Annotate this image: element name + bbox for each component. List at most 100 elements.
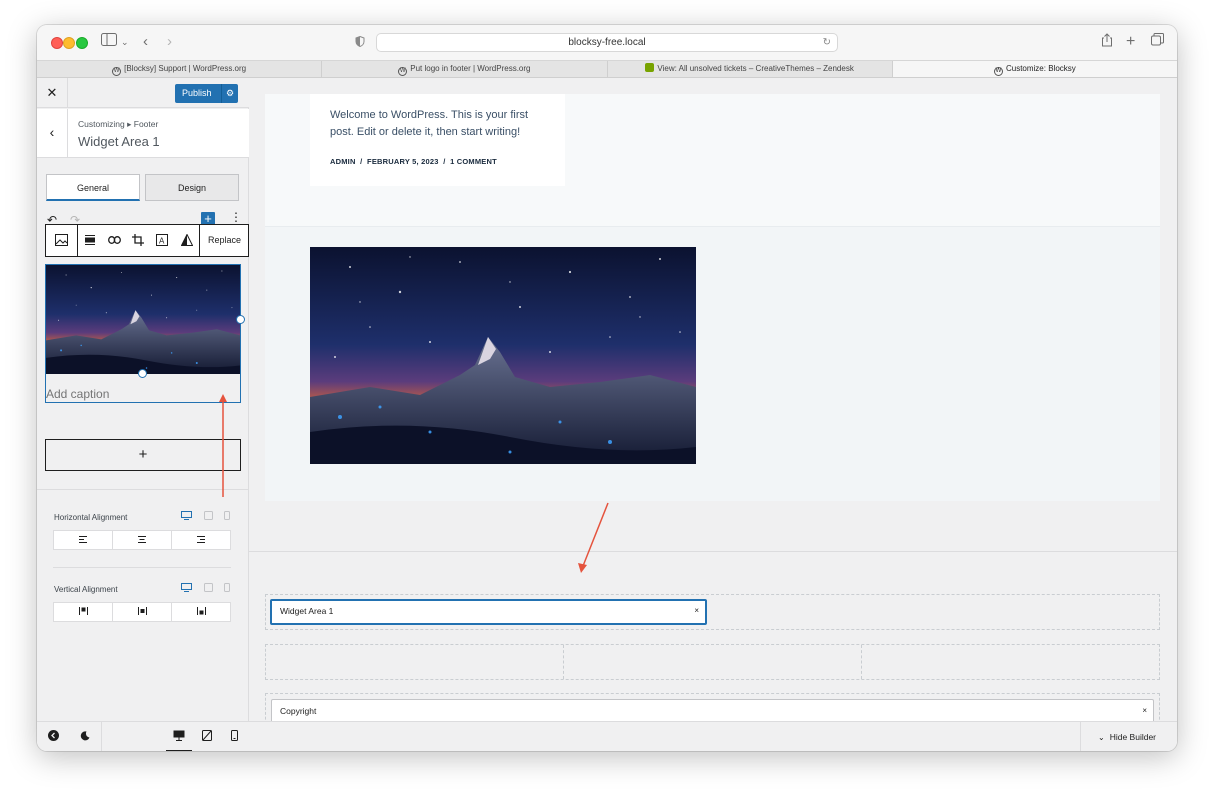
text-over-image-icon[interactable]: A <box>150 225 174 256</box>
close-icon: ✕ <box>46 85 58 100</box>
post-comments-link[interactable]: 1 COMMENT <box>450 157 497 166</box>
browser-tab[interactable]: W [Blocksy] Support | WordPress.org <box>37 61 323 77</box>
back-button[interactable]: ‹ <box>37 109 68 158</box>
minimize-window-button[interactable] <box>63 37 75 49</box>
add-block-button[interactable]: + <box>45 439 241 471</box>
close-window-button[interactable] <box>51 37 63 49</box>
filter-icon[interactable] <box>174 225 200 256</box>
chevron-down-icon[interactable]: ⌄ <box>121 33 129 51</box>
link-icon[interactable] <box>102 225 126 256</box>
browser-tab-active[interactable]: W Customize: Blocksy <box>892 61 1177 77</box>
more-options-icon[interactable]: ⋮ <box>230 210 242 224</box>
desktop-device-icon[interactable] <box>181 511 192 522</box>
sidebar-header-bar: ✕ Publish ⚙ <box>37 78 249 108</box>
resize-handle-right[interactable] <box>236 315 245 324</box>
remove-copyright-button[interactable]: × <box>1142 700 1147 722</box>
align-left-icon <box>79 535 87 545</box>
tab-overview-icon[interactable] <box>1151 33 1164 51</box>
wordpress-icon: W <box>112 67 122 76</box>
title-bar: ⌄ ‹ › blocksy-free.local ↻ + <box>37 25 1177 60</box>
image-block-icon[interactable] <box>46 225 78 256</box>
desktop-preview-icon[interactable] <box>166 722 192 751</box>
post-section: Welcome to WordPress. This is your first… <box>265 94 1160 227</box>
align-right-button[interactable] <box>172 531 230 549</box>
hide-builder-label: Hide Builder <box>1109 732 1157 742</box>
section-header: ‹ Customizing ▸ Footer Widget Area 1 <box>37 109 249 158</box>
desktop-device-icon[interactable] <box>181 583 192 594</box>
sidebar-footer <box>37 721 249 751</box>
align-center-button[interactable] <box>113 531 172 549</box>
site-preview-frame[interactable]: Welcome to WordPress. This is your first… <box>265 94 1160 501</box>
new-tab-icon[interactable]: + <box>1126 33 1135 51</box>
replace-button[interactable]: Replace <box>200 225 241 256</box>
post-date[interactable]: FEBRUARY 5, 2023 <box>367 157 439 166</box>
sidebar-toggle-icon[interactable] <box>101 33 117 51</box>
wordpress-icon: W <box>398 67 408 76</box>
align-bottom-icon <box>196 607 206 617</box>
address-bar[interactable]: blocksy-free.local ↻ <box>376 33 838 52</box>
widget-area-1-label: Widget Area 1 <box>280 606 334 616</box>
customizer-sidebar: ✕ Publish ⚙ ‹ Customizing ▸ Footer Widge… <box>37 78 249 751</box>
browser-tab[interactable]: View: All unsolved tickets – CreativeThe… <box>608 61 893 77</box>
builder-footer-bar: ⌄ Hide Builder <box>249 721 1177 751</box>
align-middle-button[interactable] <box>113 603 172 621</box>
copyright-item[interactable]: Copyright × <box>271 699 1154 723</box>
align-top-button[interactable] <box>54 603 113 621</box>
browser-tab-label: View: All unsolved tickets – CreativeThe… <box>657 64 854 73</box>
wordpress-icon: W <box>993 67 1003 76</box>
mobile-device-icon[interactable] <box>224 511 230 522</box>
block-toolbar: A Replace <box>45 224 249 257</box>
tablet-device-icon[interactable] <box>204 511 213 522</box>
footer-mountain-image[interactable] <box>310 247 696 464</box>
browser-tab-label: Put logo in footer | WordPress.org <box>410 64 531 73</box>
post-card: Welcome to WordPress. This is your first… <box>310 94 565 186</box>
builder-column-slot[interactable] <box>266 645 564 679</box>
align-left-button[interactable] <box>54 531 113 549</box>
builder-row-top[interactable]: Widget Area 1 × <box>265 594 1160 630</box>
collapse-sidebar-icon[interactable] <box>45 722 61 751</box>
mobile-device-icon[interactable] <box>224 583 230 594</box>
align-wide-icon[interactable] <box>78 225 102 256</box>
vertical-alignment-label: Vertical Alignment <box>54 585 118 594</box>
footer-builder: Widget Area 1 × Copyright × <box>249 551 1177 729</box>
zendesk-icon <box>645 63 655 72</box>
reload-icon[interactable]: ↻ <box>823 34 831 51</box>
builder-column-slot[interactable] <box>564 645 862 679</box>
forward-arrow-icon[interactable]: › <box>167 33 172 51</box>
align-bottom-button[interactable] <box>172 603 230 621</box>
widget-area-1-item[interactable]: Widget Area 1 × <box>270 599 707 625</box>
browser-tab[interactable]: W Put logo in footer | WordPress.org <box>322 61 608 77</box>
browser-tab-bar: W [Blocksy] Support | WordPress.org W Put … <box>37 60 1177 78</box>
svg-text:A: A <box>159 237 165 246</box>
post-meta: ADMIN / FEBRUARY 5, 2023 / 1 COMMENT <box>330 157 497 166</box>
tab-design[interactable]: Design <box>145 174 239 201</box>
back-arrow-icon[interactable]: ‹ <box>143 33 148 51</box>
publish-button[interactable]: Publish ⚙ <box>175 84 238 103</box>
hide-builder-button[interactable]: ⌄ Hide Builder <box>1080 722 1177 751</box>
post-author-link[interactable]: ADMIN <box>330 157 356 166</box>
crop-icon[interactable] <box>126 225 150 256</box>
tablet-preview-icon[interactable] <box>199 722 215 751</box>
browser-tab-label: Customize: Blocksy <box>1005 64 1076 73</box>
mountain-image-thumbnail[interactable] <box>46 265 240 374</box>
chevron-down-icon: ⌄ <box>1098 733 1105 742</box>
tablet-device-icon[interactable] <box>204 583 213 594</box>
builder-row-middle[interactable] <box>265 644 1160 680</box>
caption-input[interactable]: Add caption <box>46 387 109 401</box>
address-bar-url: blocksy-free.local <box>568 37 646 48</box>
publish-settings-gear-icon[interactable]: ⚙ <box>221 84 238 103</box>
privacy-shield-icon[interactable] <box>355 35 365 53</box>
image-block[interactable]: Add caption <box>45 264 245 403</box>
tab-general[interactable]: General <box>46 174 140 201</box>
customizer-preview-area: Welcome to WordPress. This is your first… <box>249 78 1177 751</box>
zoom-window-button[interactable] <box>76 37 88 49</box>
share-icon[interactable] <box>1101 33 1113 52</box>
remove-widget-area-1-button[interactable]: × <box>694 601 699 621</box>
mobile-preview-icon[interactable] <box>226 722 242 751</box>
close-customizer-button[interactable]: ✕ <box>37 78 68 108</box>
dark-mode-moon-icon[interactable] <box>77 722 93 751</box>
post-excerpt: Welcome to WordPress. This is your first… <box>330 109 529 138</box>
divider <box>101 722 102 751</box>
align-center-icon <box>138 535 146 545</box>
resize-handle-bottom[interactable] <box>138 369 147 378</box>
